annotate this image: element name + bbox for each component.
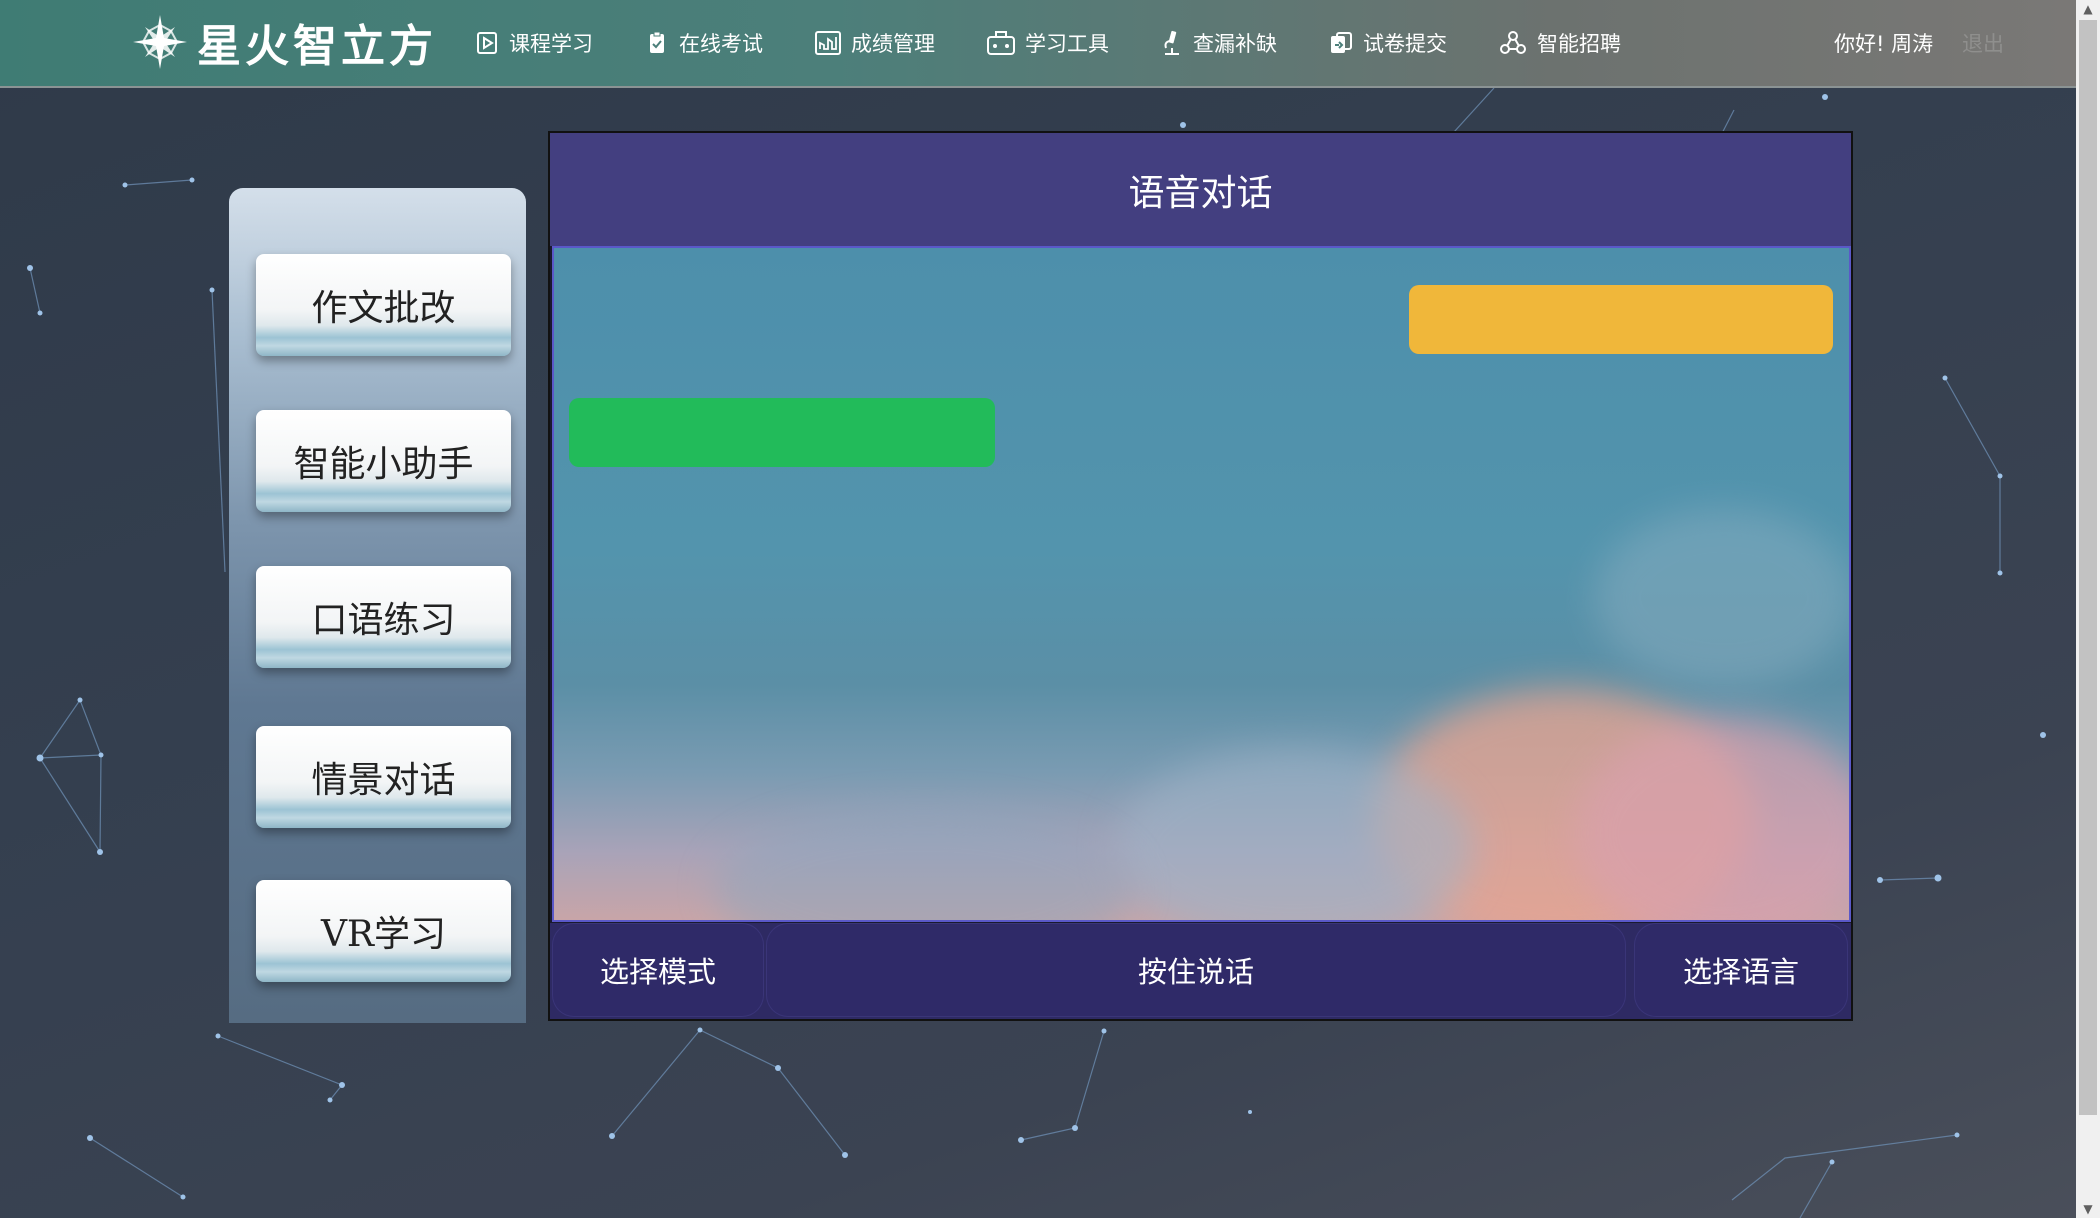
nav-item-gap-check[interactable]: 查漏补缺 bbox=[1161, 28, 1277, 58]
nav-item-label: 课程学习 bbox=[509, 32, 593, 56]
nav-item-label: 试卷提交 bbox=[1363, 32, 1447, 56]
select-language-button[interactable]: 选择语言 bbox=[1634, 923, 1848, 1017]
chat-area[interactable] bbox=[552, 246, 1851, 922]
scroll-up-arrow-icon[interactable]: ▲ bbox=[2076, 0, 2100, 18]
crescent-moon-icon bbox=[1137, 362, 1188, 413]
panel-title: 语音对话 bbox=[550, 133, 1851, 246]
play-square-icon bbox=[477, 32, 497, 54]
user-message-bubble bbox=[1409, 285, 1833, 354]
page-scrollbar[interactable]: ▲ ▼ bbox=[2076, 0, 2100, 1218]
scroll-down-arrow-icon[interactable]: ▼ bbox=[2076, 1200, 2100, 1218]
assistant-message-bubble bbox=[569, 398, 995, 467]
network-icon bbox=[1500, 31, 1526, 54]
voice-dialogue-panel: 语音对话 选择模式 按住说话 选择语言 bbox=[548, 131, 1853, 1021]
nav-item-label: 学习工具 bbox=[1025, 32, 1109, 56]
clipboard-check-icon bbox=[650, 31, 664, 53]
sidebar-item-scenario-dialogue[interactable]: 情景对话 bbox=[256, 726, 511, 828]
main-nav: 课程学习 在线考试 成绩管理 学习工具 查漏补缺 试卷提交 智能招聘 bbox=[475, 0, 1673, 86]
chart-icon bbox=[815, 31, 841, 55]
brand-logo[interactable]: 星火智立方 bbox=[133, 12, 437, 72]
nav-item-course-study[interactable]: 课程学习 bbox=[475, 28, 593, 58]
brand-name: 星火智立方 bbox=[197, 21, 437, 72]
nav-item-label: 查漏补缺 bbox=[1193, 32, 1277, 56]
star-logo-icon bbox=[133, 15, 187, 69]
control-bar: 选择模式 按住说话 选择语言 bbox=[550, 923, 1851, 1019]
logout-link[interactable]: 退出 bbox=[1962, 28, 2004, 58]
sidebar-item-speaking-practice[interactable]: 口语练习 bbox=[256, 566, 511, 668]
scrollbar-thumb[interactable] bbox=[2079, 20, 2097, 1115]
microscope-icon bbox=[1164, 30, 1179, 55]
feature-sidebar: 作文批改 智能小助手 口语练习 情景对话 VR学习 bbox=[229, 188, 526, 1023]
top-navbar: 星火智立方 课程学习 在线考试 成绩管理 学习工具 查漏补缺 试卷提交 智能招聘… bbox=[0, 0, 2076, 88]
nav-item-paper-submit[interactable]: 试卷提交 bbox=[1329, 28, 1447, 58]
push-to-talk-button[interactable]: 按住说话 bbox=[766, 923, 1626, 1017]
user-greeting: 你好! 周涛 bbox=[1834, 32, 1934, 56]
toolbox-icon bbox=[987, 31, 1015, 55]
nav-item-grade-management[interactable]: 成绩管理 bbox=[815, 28, 935, 58]
sidebar-item-essay-grading[interactable]: 作文批改 bbox=[256, 254, 511, 356]
nav-item-label: 成绩管理 bbox=[851, 32, 935, 56]
nav-item-smart-recruit[interactable]: 智能招聘 bbox=[1499, 28, 1621, 58]
nav-item-label: 智能招聘 bbox=[1537, 32, 1621, 56]
submit-icon bbox=[1331, 32, 1352, 53]
nav-item-label: 在线考试 bbox=[679, 32, 763, 56]
sidebar-item-vr-learning[interactable]: VR学习 bbox=[256, 880, 511, 982]
select-mode-button[interactable]: 选择模式 bbox=[552, 923, 764, 1017]
nav-item-online-exam[interactable]: 在线考试 bbox=[645, 28, 763, 58]
nav-item-study-tools[interactable]: 学习工具 bbox=[987, 28, 1109, 58]
sidebar-item-smart-assistant[interactable]: 智能小助手 bbox=[256, 410, 511, 512]
